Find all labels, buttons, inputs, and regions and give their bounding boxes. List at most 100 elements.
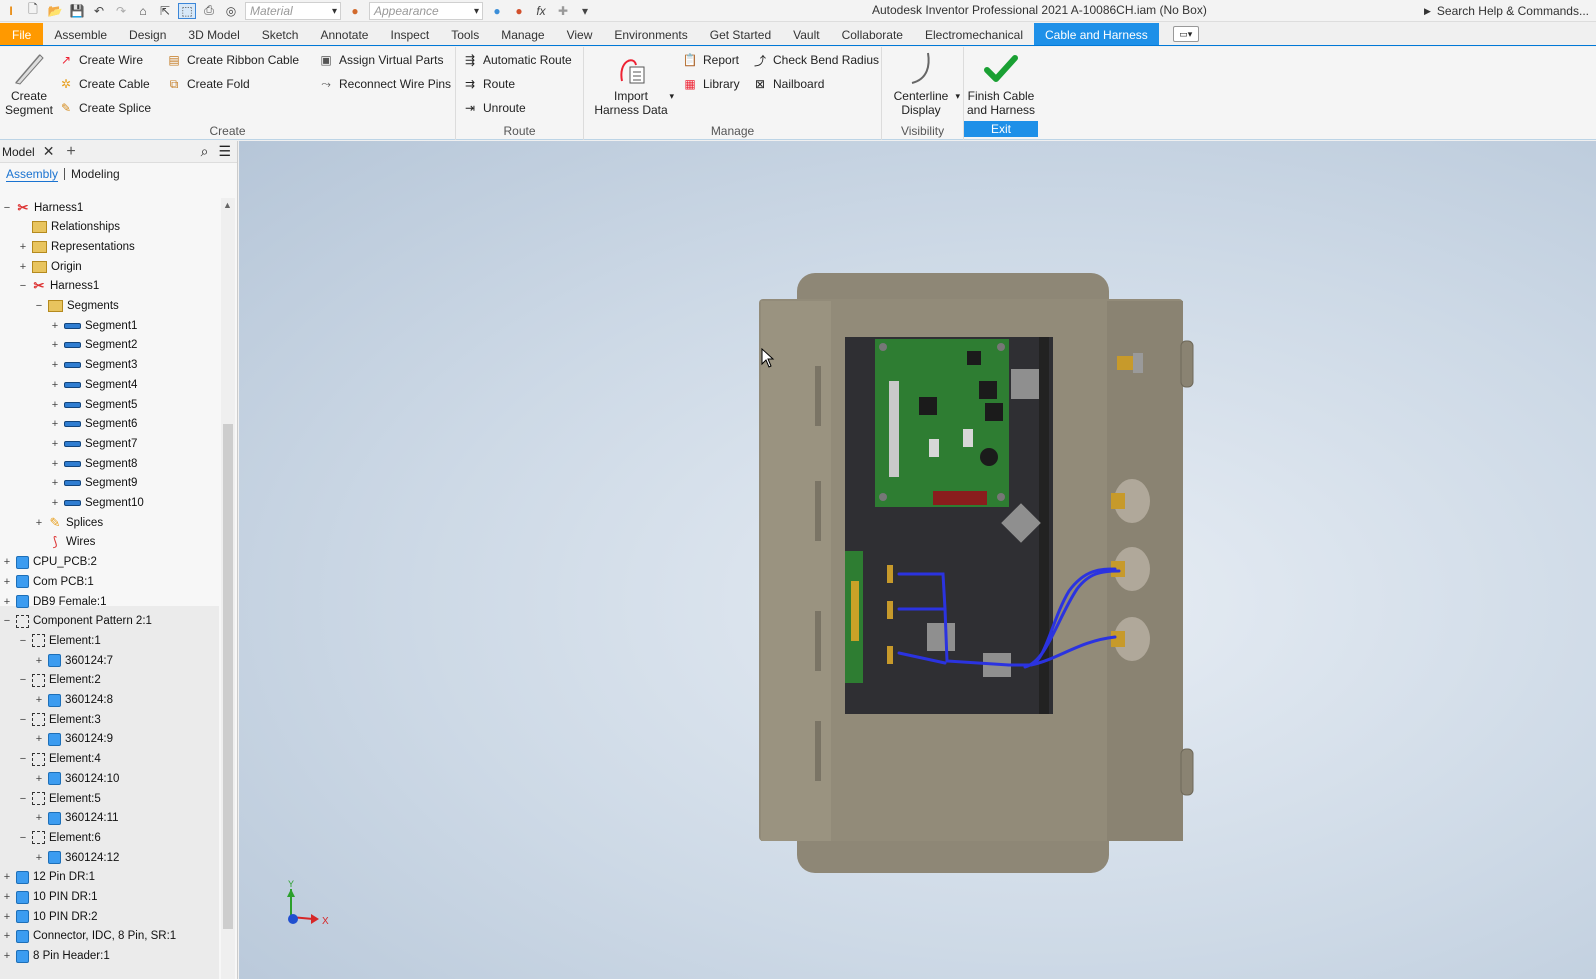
collapse-icon[interactable]: − xyxy=(2,615,12,627)
tab-electromechanical[interactable]: Electromechanical xyxy=(914,23,1034,45)
create-fold-button[interactable]: ⧉ Create Fold xyxy=(166,73,250,95)
tree-node[interactable]: +360124:8 xyxy=(34,691,113,710)
tree-node[interactable]: + ✎ Splices xyxy=(34,513,103,532)
expand-icon[interactable]: + xyxy=(18,261,28,273)
expand-icon[interactable]: + xyxy=(34,773,44,785)
com-pcb[interactable] xyxy=(845,551,863,683)
dropdown-arrow-icon[interactable]: ▾ xyxy=(669,89,674,103)
tree-node[interactable]: − ✂ Harness1 xyxy=(18,277,99,296)
expand-icon[interactable]: + xyxy=(50,379,60,391)
expand-icon[interactable]: + xyxy=(34,655,44,667)
material-dropdown[interactable]: Material xyxy=(245,1,341,20)
tree-node[interactable]: +8 Pin Header:1 xyxy=(2,947,110,966)
tab-environments[interactable]: Environments xyxy=(603,23,698,45)
expand-icon[interactable]: + xyxy=(34,852,44,864)
library-button[interactable]: ▦ Library xyxy=(682,73,739,95)
expand-icon[interactable]: + xyxy=(50,477,60,489)
expand-icon[interactable]: + xyxy=(2,930,12,942)
new-file-icon[interactable]: 🗋 xyxy=(24,2,42,19)
bracket[interactable] xyxy=(927,623,955,651)
tab-inspect[interactable]: Inspect xyxy=(379,23,440,45)
report-button[interactable]: 📋 Report xyxy=(682,49,740,71)
tree-node[interactable]: ⟆ Wires xyxy=(34,533,95,552)
tree-node[interactable]: + Segment10 xyxy=(50,494,144,513)
print-icon[interactable]: ⎙ xyxy=(200,3,218,19)
inventor-logo-icon[interactable]: I xyxy=(2,3,20,19)
collapse-icon[interactable]: − xyxy=(18,280,28,292)
expand-icon[interactable]: + xyxy=(2,950,12,962)
tree-node[interactable]: +10 PIN DR:2 xyxy=(2,907,98,926)
tree-scrollbar[interactable]: ▲ xyxy=(221,198,235,979)
create-ribbon-cable-button[interactable]: ▤ Create Ribbon Cable xyxy=(166,49,299,71)
collapse-icon[interactable]: − xyxy=(18,674,28,686)
expand-icon[interactable]: + xyxy=(2,556,12,568)
expand-icon[interactable]: + xyxy=(34,694,44,706)
tree-node[interactable]: + Segment2 xyxy=(50,336,138,355)
create-segment-button[interactable]: Create Segment xyxy=(2,49,56,117)
expand-icon[interactable]: + xyxy=(34,812,44,824)
expand-icon[interactable]: + xyxy=(50,339,60,351)
tree-node[interactable]: + Segment7 xyxy=(50,434,138,453)
expand-icon[interactable]: + xyxy=(50,497,60,509)
selection-mode-icon[interactable]: ⬚ xyxy=(178,2,196,19)
add-icon[interactable]: ✚ xyxy=(554,3,572,19)
add-browser-icon[interactable]: + xyxy=(66,143,75,161)
collapse-icon[interactable]: − xyxy=(2,202,12,214)
cpu-pcb[interactable] xyxy=(875,339,1009,507)
expand-icon[interactable]: + xyxy=(2,596,12,608)
appearance-sphere-icon[interactable]: ● xyxy=(346,3,364,19)
tree-node[interactable]: − Element:3 xyxy=(18,710,101,729)
tree-node[interactable]: − Segments xyxy=(34,297,119,316)
open-file-icon[interactable]: 📂 xyxy=(46,3,64,19)
expand-icon[interactable]: + xyxy=(50,458,60,470)
redo-icon[interactable]: ↷ xyxy=(112,3,130,19)
tree-node[interactable]: +360124:11 xyxy=(34,809,119,828)
tree-node[interactable]: − Element:6 xyxy=(18,828,101,847)
collapse-icon[interactable]: − xyxy=(18,714,28,726)
tree-node[interactable]: +10 PIN DR:1 xyxy=(2,888,98,907)
tab-file[interactable]: File xyxy=(0,23,44,45)
nailboard-button[interactable]: ⊠ Nailboard xyxy=(752,73,824,95)
material-sphere-icon[interactable]: ◎ xyxy=(222,3,240,19)
tab-view[interactable]: View xyxy=(556,23,604,45)
tree-node[interactable]: + Origin xyxy=(18,257,82,276)
expand-icon[interactable]: + xyxy=(50,320,60,332)
centerline-display-button[interactable]: Centerline Display ▾ xyxy=(888,49,960,117)
tree-node[interactable]: +360124:10 xyxy=(34,769,119,788)
route-button[interactable]: ⇉ Route xyxy=(462,73,515,95)
tree-node[interactable]: − ✂ Harness1 xyxy=(2,198,83,217)
scroll-up-icon[interactable]: ▲ xyxy=(223,200,232,210)
unroute-button[interactable]: ⇥ Unroute xyxy=(462,97,526,119)
tab-vault[interactable]: Vault xyxy=(782,23,830,45)
tree-node[interactable]: − Component Pattern 2:1 xyxy=(2,612,152,631)
expand-icon[interactable]: + xyxy=(34,517,44,529)
adjust-appearance-icon[interactable]: ● xyxy=(488,3,506,19)
menu-icon[interactable]: ☰ xyxy=(218,143,231,160)
check-bend-radius-button[interactable]: ⤴ Check Bend Radius xyxy=(752,49,879,71)
expand-icon[interactable]: + xyxy=(18,241,28,253)
tree-node[interactable]: +12 Pin DR:1 xyxy=(2,868,95,887)
expand-icon[interactable]: + xyxy=(50,399,60,411)
tree-node[interactable]: +360124:9 xyxy=(34,730,113,749)
expand-icon[interactable]: + xyxy=(50,359,60,371)
save-icon[interactable]: 💾 xyxy=(68,3,86,19)
expand-icon[interactable]: + xyxy=(2,891,12,903)
tree-node[interactable]: + Segment8 xyxy=(50,454,138,473)
tab-3d-model[interactable]: 3D Model xyxy=(177,23,250,45)
graphics-viewport[interactable]: Y X xyxy=(239,141,1596,979)
view-triad[interactable]: Y X xyxy=(287,879,329,927)
parameters-fx-icon[interactable]: fx xyxy=(532,3,550,19)
expand-icon[interactable]: + xyxy=(50,418,60,430)
assembly-3d-view[interactable]: Y X xyxy=(239,141,1596,979)
tree-node[interactable]: + Segment3 xyxy=(50,356,138,375)
tab-modeling[interactable]: Modeling xyxy=(71,167,120,181)
scrollbar-thumb[interactable] xyxy=(223,424,233,929)
bracket[interactable] xyxy=(1011,369,1039,399)
expand-icon[interactable]: + xyxy=(34,733,44,745)
create-splice-button[interactable]: ✎ Create Splice xyxy=(58,97,151,119)
tree-node[interactable]: + Segment1 xyxy=(50,316,138,335)
import-harness-data-button[interactable]: Import Harness Data ▾ xyxy=(590,49,674,117)
tab-manage[interactable]: Manage xyxy=(490,23,555,45)
tab-get-started[interactable]: Get Started xyxy=(699,23,782,45)
tree-node[interactable]: − Element:1 xyxy=(18,631,101,650)
